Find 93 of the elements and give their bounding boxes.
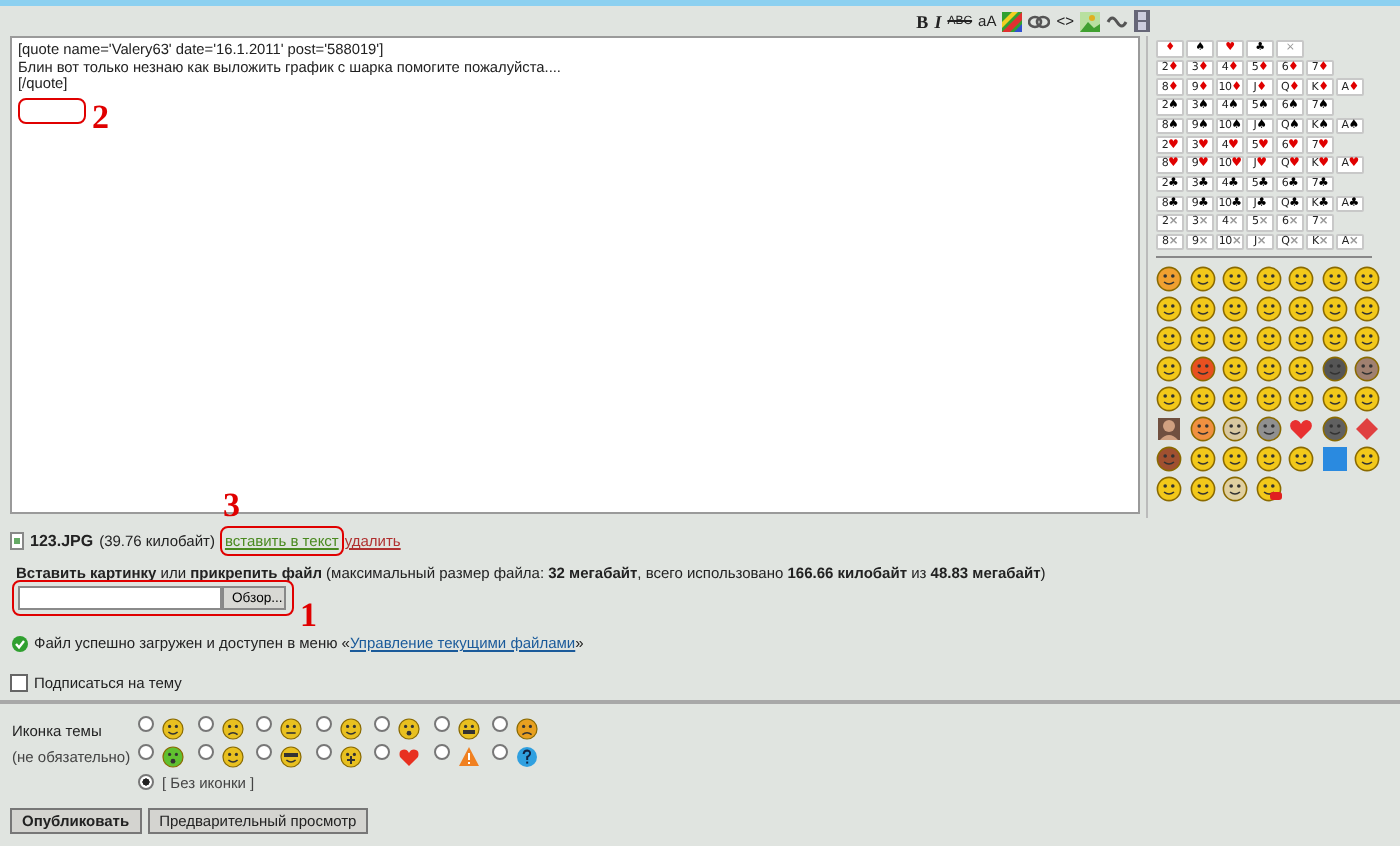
smiley-icon[interactable] [1156,266,1182,293]
annotation-frame [18,98,86,124]
smiley-icon[interactable] [1321,326,1347,353]
smiley-icon[interactable] [1189,356,1215,383]
smiley-icon [398,718,420,740]
smiley-icon[interactable] [1255,266,1281,293]
topic-icon-radio[interactable] [138,744,154,760]
smiley-icon[interactable] [1321,266,1347,293]
topic-icon-radio[interactable] [138,716,154,732]
topic-icon-radio[interactable] [315,716,331,732]
annotation-number: 1 [300,598,317,632]
smiley-icon [339,746,361,768]
smiley-icon[interactable] [1222,266,1248,293]
smiley-icon[interactable] [1189,476,1215,503]
smiley-icon [221,718,243,740]
smiley-icon [280,718,302,740]
no-icon-radio[interactable] [138,774,154,790]
smiley-icon[interactable] [1156,296,1182,323]
smiley-icon[interactable] [1255,296,1281,323]
smiley-icon[interactable] [1354,296,1380,323]
smiley-icon[interactable] [1288,356,1314,383]
smiley-icon[interactable] [1222,416,1248,443]
topic-icon-radio[interactable] [197,716,213,732]
smiley-icon[interactable] [1354,446,1380,473]
topic-icon-radio[interactable] [433,744,449,760]
file-name: 123.JPG [30,532,94,550]
smiley-icon[interactable] [1255,386,1281,413]
smiley-icon[interactable] [1354,266,1380,293]
smiley-icon[interactable] [1255,326,1281,353]
smiley-icon[interactable] [1255,356,1281,383]
smiley-icon[interactable] [1354,326,1380,353]
smiley-icon[interactable] [1288,446,1314,473]
smiley-icon[interactable] [1189,416,1215,443]
smiley-icon[interactable] [1156,476,1182,503]
annotation-number: 2 [92,100,109,134]
smiley-icon[interactable] [1189,446,1215,473]
smiley-icon[interactable] [1288,296,1314,323]
smiley-icon[interactable] [1222,326,1248,353]
smiley-icon[interactable] [1222,446,1248,473]
image-icon[interactable] [1078,9,1102,33]
smiley-icon[interactable] [1156,386,1182,413]
smiley-icon[interactable] [1321,356,1347,383]
topic-icon-radio[interactable] [374,744,390,760]
smiley-icon [457,718,479,740]
smiley-icon[interactable] [1255,416,1281,443]
topic-icon-radio[interactable] [256,716,272,732]
annotation-frame [220,526,345,556]
topic-icon-radio[interactable] [315,744,331,760]
topic-icon-radio[interactable] [492,716,508,732]
smiley-icon[interactable] [1189,266,1215,293]
format-button[interactable]: I [932,9,944,33]
smiley-icon[interactable] [1354,356,1380,383]
topic-icon-radio[interactable] [433,716,449,732]
smiley-icon[interactable] [1288,386,1314,413]
smiley-icon [516,718,538,740]
smiley-icon[interactable] [1288,326,1314,353]
smiley-icon [162,746,184,768]
smiley-icon [162,718,184,740]
smiley-icon[interactable] [1189,386,1215,413]
smiley-icon[interactable] [1156,356,1182,383]
warning-icon [457,746,479,768]
smiley-icon[interactable] [1222,296,1248,323]
file-icon [10,532,24,550]
smiley-icon[interactable] [1321,386,1347,413]
smiley-icon [221,746,243,768]
smiley-icon[interactable] [1255,446,1281,473]
smiley-icon[interactable] [1222,386,1248,413]
heart-icon [398,746,420,768]
avatar-icon[interactable] [1156,416,1182,443]
smiley-icon [280,746,302,768]
check-icon [12,635,28,651]
smiley-icon[interactable] [1255,476,1281,503]
smiley-icon[interactable] [1156,446,1182,473]
smiley-icon[interactable] [1354,386,1380,413]
smiley-icon[interactable] [1222,476,1248,503]
smiley-icon[interactable] [1288,266,1314,293]
smiley-icon[interactable] [1321,416,1347,443]
smiley-icon[interactable] [1156,326,1182,353]
smiley-icon[interactable] [1222,356,1248,383]
topic-icon-radio[interactable] [492,744,508,760]
format-button[interactable]: B [914,9,931,33]
color-icon[interactable] [1000,9,1025,33]
question-icon [516,746,538,768]
subscribe-checkbox[interactable] [10,674,28,692]
topic-icon-radio[interactable] [197,744,213,760]
smiley-icon [339,718,361,740]
topic-icon-radio[interactable] [256,744,272,760]
film-icon[interactable] [1132,9,1152,33]
file-field[interactable] [18,586,222,610]
smiley-icon[interactable] [1321,296,1347,323]
topic-icon-radio[interactable] [374,716,390,732]
smiley-icon[interactable] [1189,326,1215,353]
smiley-icon[interactable] [1189,296,1215,323]
